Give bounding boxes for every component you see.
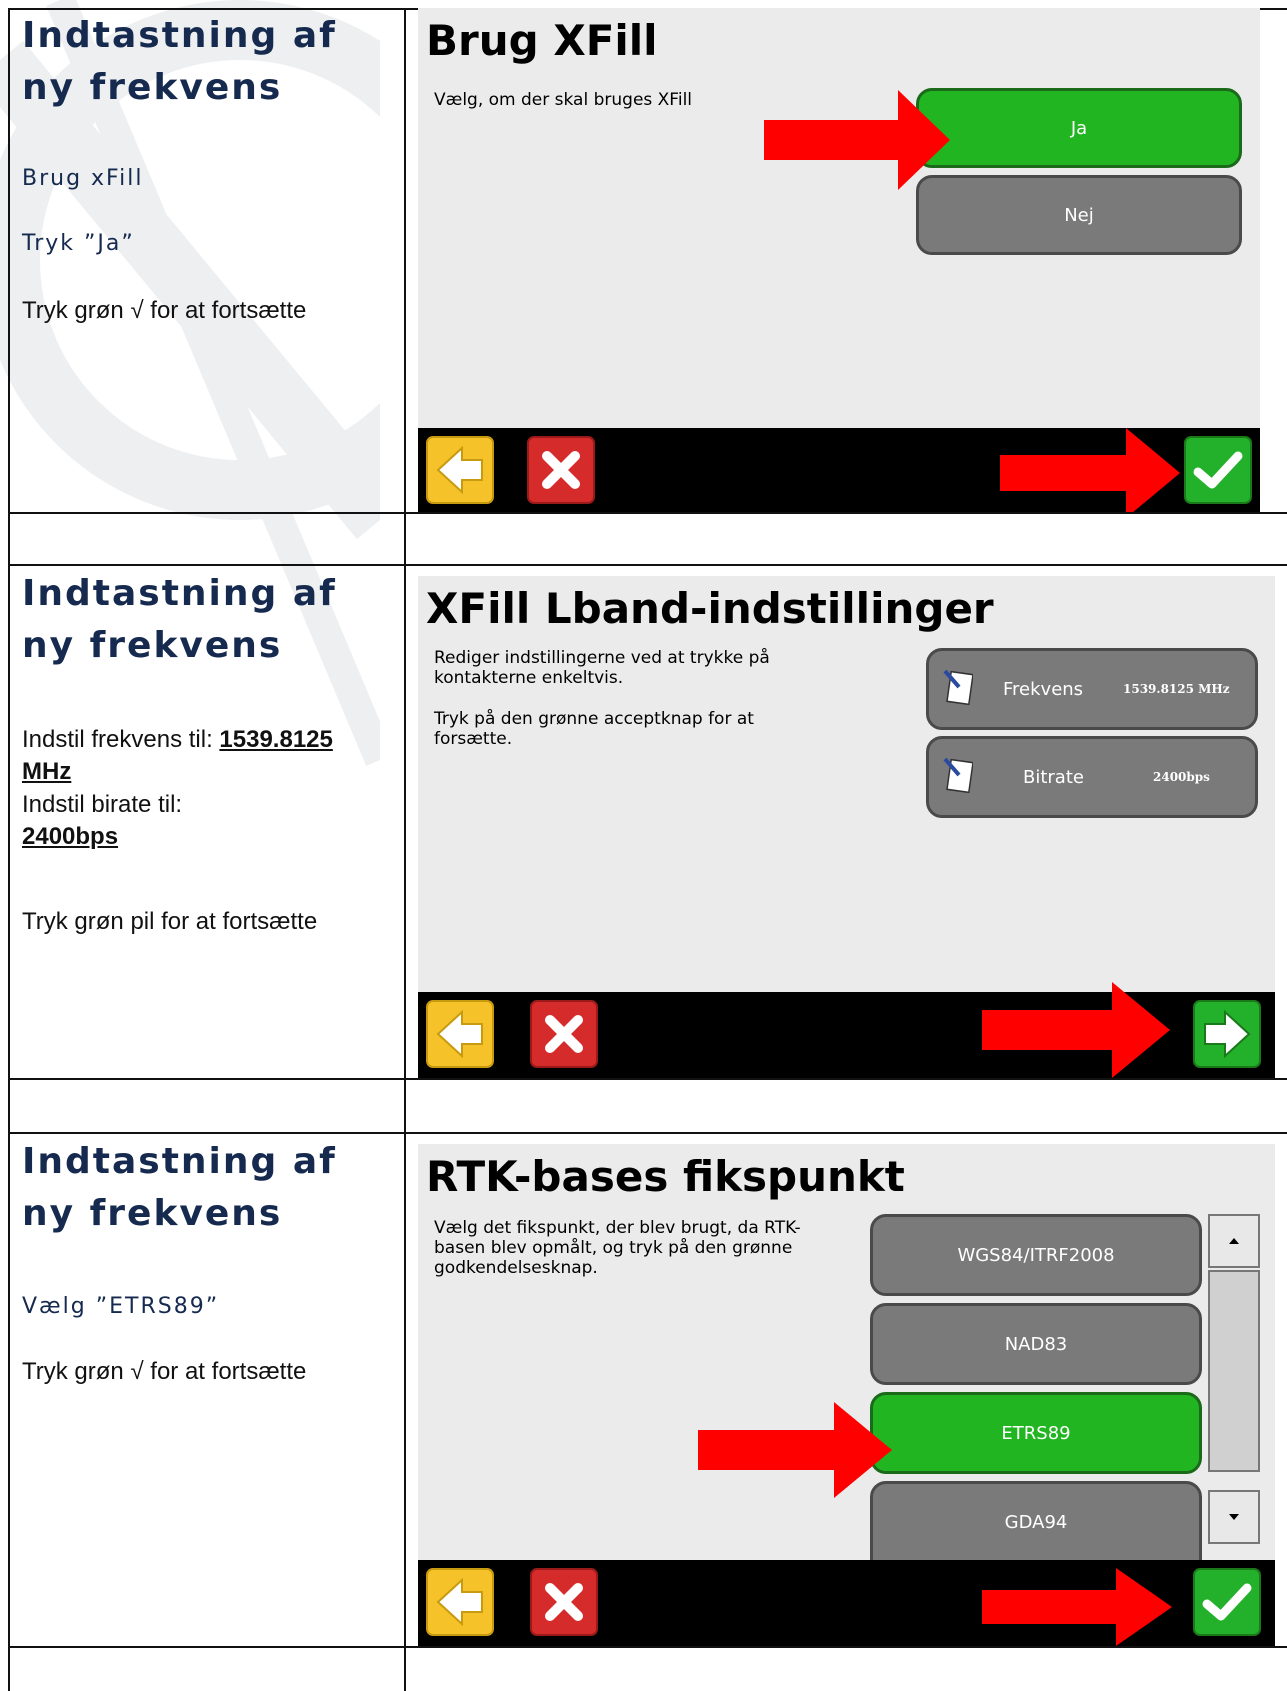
cancel-button[interactable]	[527, 436, 595, 504]
arrow-left-icon	[436, 445, 483, 495]
row1-title: Indtastning af ny frekvens	[22, 15, 337, 108]
freq-label: Indstil frekvens til:	[22, 726, 220, 753]
red-arrow-icon	[982, 1568, 1172, 1646]
row1-instruction-1: Brug xFill	[22, 166, 144, 191]
screen-footer	[418, 428, 1260, 512]
table-border	[404, 8, 406, 1691]
scrollbar-thumb[interactable]	[1208, 1270, 1260, 1472]
setting-frekvens[interactable]: Frekvens 1539.8125 MHz	[926, 648, 1258, 730]
scroll-up-button[interactable]	[1208, 1214, 1260, 1268]
option-wgs84[interactable]: WGS84/ITRF2008	[870, 1214, 1202, 1296]
screen-xfill-lband: XFill Lband-indstillinger Rediger indsti…	[418, 576, 1275, 1078]
screen-description: Vælg, om der skal bruges XFill	[434, 90, 693, 110]
nej-button[interactable]: Nej	[916, 175, 1242, 255]
setting-label: Frekvens	[1003, 678, 1084, 700]
x-icon	[545, 1015, 583, 1053]
screen-description-2: Tryk på den grønne acceptknap for at for…	[434, 709, 754, 749]
arrow-right-icon	[1204, 1009, 1251, 1059]
bitrate-value: 2400bps	[22, 823, 119, 850]
red-arrow-icon	[764, 90, 950, 190]
scroll-down-button[interactable]	[1208, 1490, 1260, 1544]
cancel-button[interactable]	[530, 1568, 598, 1636]
triangle-down-icon	[1229, 1514, 1239, 1520]
setting-value: 1539.8125 MHz	[1123, 682, 1230, 696]
checkmark-icon	[1202, 1583, 1252, 1621]
row2-freq: Indstil frekvens til: 1539.8125 MHz	[22, 724, 382, 788]
row3-title: Indtastning af ny frekvens	[22, 1141, 337, 1234]
row3-instruction-1: Vælg ”ETRS89”	[22, 1294, 220, 1319]
back-button[interactable]	[426, 1568, 494, 1636]
next-button[interactable]	[1193, 1000, 1261, 1068]
notepad-pen-icon	[943, 669, 973, 705]
screen-footer	[418, 1560, 1275, 1646]
row3-instruction-2: Tryk grøn √ for at fortsætte	[22, 1358, 307, 1385]
row1-instruction-2: Tryk ”Ja”	[22, 231, 135, 256]
row2-bitrate-label: Indstil birate til:	[22, 791, 183, 818]
screen-description-1: Rediger indstillingerne ved at trykke på…	[434, 648, 770, 688]
row2-instruction: Tryk grøn pil for at fortsætte	[22, 908, 318, 935]
setting-bitrate[interactable]: Bitrate 2400bps	[926, 736, 1258, 818]
back-button[interactable]	[426, 436, 494, 504]
row2-bitrate-value: 2400bps	[22, 821, 118, 853]
option-gda94[interactable]: GDA94	[870, 1481, 1202, 1563]
screen-rtk-fikspunkt: RTK-bases fikspunkt Vælg det fikspunkt, …	[418, 1144, 1275, 1646]
ja-button[interactable]: Ja	[916, 88, 1242, 168]
table-border	[8, 8, 10, 1691]
screen-title: XFill Lband-indstillinger	[426, 584, 994, 633]
checkmark-icon	[1193, 451, 1243, 489]
screen-brug-xfill: Brug XFill Vælg, om der skal bruges XFil…	[418, 8, 1260, 512]
notepad-pen-icon	[943, 757, 973, 793]
option-nad83[interactable]: NAD83	[870, 1303, 1202, 1385]
table-border	[8, 564, 1287, 566]
cancel-button[interactable]	[530, 1000, 598, 1068]
row2-title: Indtastning af ny frekvens	[22, 573, 337, 666]
red-arrow-icon	[698, 1402, 892, 1498]
red-arrow-icon	[1000, 428, 1180, 512]
setting-value: 2400bps	[1153, 770, 1210, 784]
table-border	[8, 1132, 1287, 1134]
screen-footer	[418, 982, 1275, 1078]
x-icon	[542, 451, 580, 489]
red-arrow-icon	[982, 982, 1170, 1078]
row1-instruction-3: Tryk grøn √ for at fortsætte	[22, 297, 307, 324]
arrow-left-icon	[436, 1009, 483, 1059]
screen-title: RTK-bases fikspunkt	[426, 1152, 905, 1201]
screen-title: Brug XFill	[426, 16, 658, 65]
screen-description: Vælg det fikspunkt, der blev brugt, da R…	[434, 1218, 801, 1278]
table-border	[8, 1078, 1287, 1080]
confirm-button[interactable]	[1184, 436, 1252, 504]
confirm-button[interactable]	[1193, 1568, 1261, 1636]
x-icon	[545, 1583, 583, 1621]
arrow-left-icon	[436, 1577, 483, 1627]
triangle-up-icon	[1229, 1238, 1239, 1244]
back-button[interactable]	[426, 1000, 494, 1068]
setting-label: Bitrate	[1023, 766, 1084, 788]
table-border	[8, 512, 1287, 514]
table-border	[8, 1646, 1287, 1648]
option-etrs89[interactable]: ETRS89	[870, 1392, 1202, 1474]
